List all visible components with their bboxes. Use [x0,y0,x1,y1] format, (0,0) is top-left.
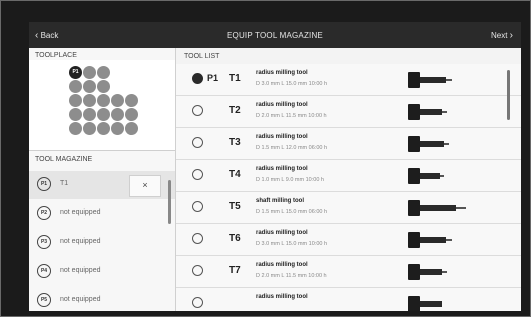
clear-button[interactable]: × [129,175,161,197]
toolplace-slot[interactable] [83,94,96,107]
toolplace-slot[interactable] [69,80,82,93]
magazine-item[interactable]: P1 T1 × [29,171,175,199]
tool-list-scrollbar[interactable] [507,70,510,120]
tool-dimensions: D 2.0 mm L 11.5 mm 10:00 h [256,273,327,279]
radio-icon[interactable] [192,201,203,212]
tool-number: T5 [229,201,241,212]
tool-name: radius milling tool [256,262,308,268]
radio-icon[interactable] [192,169,203,180]
tool-name: radius milling tool [256,102,308,108]
tool-row[interactable]: T7 radius milling tool D 2.0 mm L 11.5 m… [176,256,521,288]
left-panel: TOOLPLACE P1 TOOL MAGAZINE P1 T1 × P2 no… [29,48,176,311]
magazine-position-icon: P4 [37,264,51,278]
tool-name: radius milling tool [256,294,308,300]
tool-name: radius milling tool [256,70,308,76]
tool-number: T3 [229,137,241,148]
tool-dimensions: D 3.0 mm L 15.0 mm 10:00 h [256,81,328,87]
magazine-position-icon: P2 [37,206,51,220]
tool-list-panel: TOOL LIST P1 T1 radius milling tool D 3.… [176,48,521,311]
toolplace-slot[interactable] [69,94,82,107]
tool-name: radius milling tool [256,230,308,236]
magazine-scrollbar[interactable] [168,180,171,224]
chevron-right-icon: › [509,30,513,41]
toolplace-slot[interactable] [111,122,124,135]
next-label: Next [490,31,508,40]
toolplace-slot[interactable] [83,122,96,135]
magazine-item[interactable]: P3 not equipped [29,229,175,257]
tool-row[interactable]: radius milling tool [176,288,521,311]
tool-dimensions: D 1.0 mm L 9.0 mm 10:00 h [256,177,324,183]
tool-row[interactable]: T6 radius milling tool D 3.0 mm L 15.0 m… [176,224,521,256]
toolplace-slot[interactable] [83,108,96,121]
tool-row[interactable]: T4 radius milling tool D 1.0 mm L 9.0 mm… [176,160,521,192]
radio-selected-icon[interactable] [192,73,203,84]
magazine-item-label: not equipped [60,267,101,274]
toolplace-slot[interactable] [111,94,124,107]
toolplace-slot[interactable] [125,122,138,135]
magazine-item-label: not equipped [60,209,101,216]
toolplace-slot[interactable] [83,66,96,79]
toolplace-slot[interactable] [69,122,82,135]
header-bar: ‹ Back EQUIP TOOL MAGAZINE Next › [29,22,521,48]
tool-row[interactable]: P1 T1 radius milling tool D 3.0 mm L 15.… [176,64,521,96]
magazine-item-label: not equipped [60,238,101,245]
tool-list-title: TOOL LIST [184,53,220,60]
magazine-item[interactable]: P5 not equipped [29,287,175,311]
toolplace-slot[interactable] [97,66,110,79]
tool-number: T1 [229,73,241,84]
page-title: EQUIP TOOL MAGAZINE [227,31,323,40]
toolplace-grid: P1 [29,60,175,151]
app-screen: ‹ Back EQUIP TOOL MAGAZINE Next › TOOLPL… [29,22,521,311]
magazine-position-icon: P5 [37,293,51,307]
radio-icon[interactable] [192,297,203,308]
tool-number: T2 [229,105,241,116]
toolplace-title: TOOLPLACE [35,52,77,59]
toolplace-slot[interactable]: P1 [69,66,82,79]
next-button[interactable]: Next › [491,30,513,41]
toolplace-slot[interactable] [125,108,138,121]
tool-row[interactable]: T3 radius milling tool D 1.5 mm L 12.0 m… [176,128,521,160]
tool-number: T7 [229,265,241,276]
toolplace-slot[interactable] [69,108,82,121]
tool-name: radius milling tool [256,134,308,140]
toolplace-slot[interactable] [97,80,110,93]
radio-icon[interactable] [192,233,203,244]
toolplace-slot[interactable] [111,108,124,121]
radio-icon[interactable] [192,265,203,276]
radio-icon[interactable] [192,105,203,116]
tool-row[interactable]: T2 radius milling tool D 2.0 mm L 11.5 m… [176,96,521,128]
tool-name: radius milling tool [256,166,308,172]
tool-magazine-title: TOOL MAGAZINE [35,156,93,163]
magazine-item[interactable]: P2 not equipped [29,200,175,228]
toolplace-slot[interactable] [125,94,138,107]
toolplace-slot-label: P1 [72,69,79,75]
toolplace-slot[interactable] [97,94,110,107]
tool-name: shaft milling tool [256,198,304,204]
tool-number: T6 [229,233,241,244]
tool-dimensions: D 2.0 mm L 11.5 mm 10:00 h [256,113,327,119]
magazine-position-icon: P1 [37,177,51,191]
close-icon: × [142,180,148,190]
toolplace-slot[interactable] [83,80,96,93]
magazine-item[interactable]: P4 not equipped [29,258,175,286]
tool-position: P1 [207,73,219,83]
tool-number: T4 [229,169,241,180]
radio-icon[interactable] [192,137,203,148]
toolplace-slot[interactable] [97,122,110,135]
magazine-item-label: not equipped [60,296,101,303]
tool-row[interactable]: T5 shaft milling tool D 1.5 mm L 15.0 mm… [176,192,521,224]
magazine-item-label: T1 [60,180,69,187]
tool-dimensions: D 1.5 mm L 15.0 mm 06:00 h [256,209,328,215]
tool-dimensions: D 3.0 mm L 15.0 mm 10:00 h [256,241,328,247]
toolplace-slot[interactable] [97,108,110,121]
magazine-position-icon: P3 [37,235,51,249]
tool-dimensions: D 1.5 mm L 12.0 mm 06:00 h [256,145,328,151]
